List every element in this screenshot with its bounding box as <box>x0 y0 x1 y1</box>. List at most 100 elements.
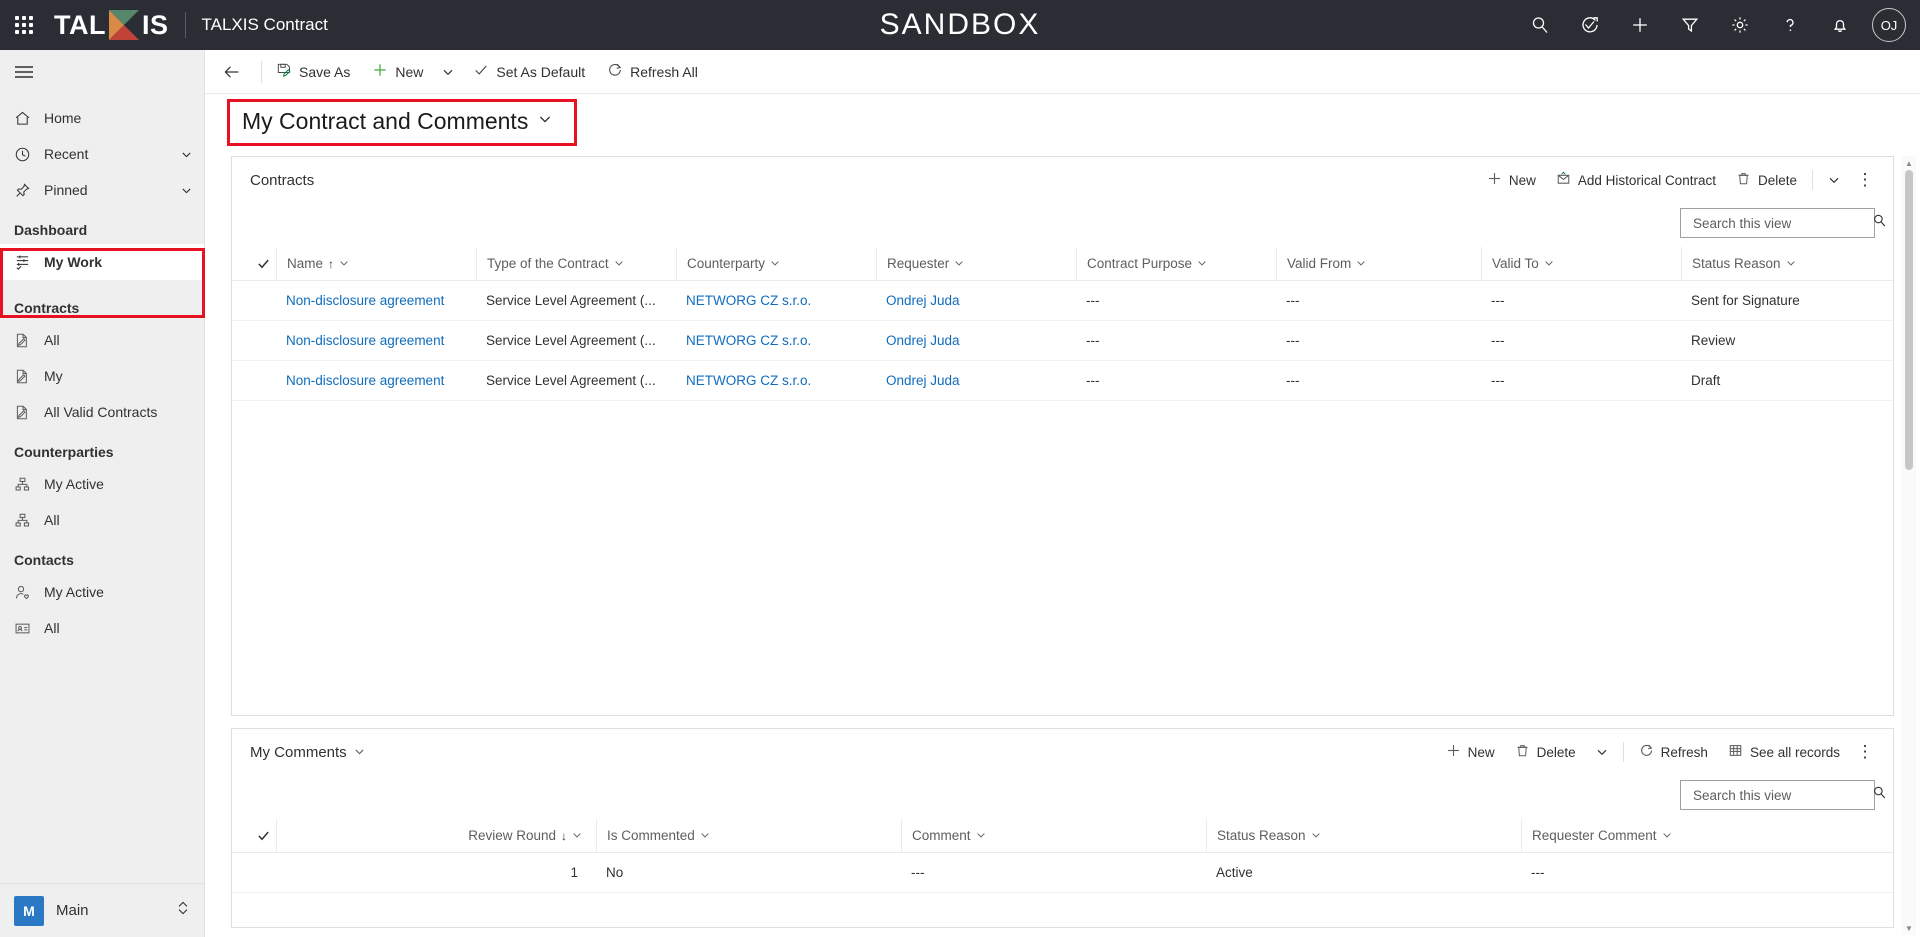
comments-delete-button[interactable]: Delete <box>1506 735 1585 769</box>
table-row[interactable]: Non-disclosure agreement Service Level A… <box>232 321 1893 361</box>
sidebar-item-contracts-all[interactable]: All <box>0 322 204 358</box>
chevron-down-icon[interactable] <box>572 828 582 843</box>
set-as-default-button[interactable]: Set As Default <box>463 53 595 91</box>
cell-counterparty[interactable]: NETWORG CZ s.r.o. <box>676 293 876 308</box>
column-header-contract-purpose[interactable]: Contract Purpose <box>1076 247 1276 281</box>
cell-counterparty[interactable]: NETWORG CZ s.r.o. <box>676 333 876 348</box>
column-header-valid-to[interactable]: Valid To <box>1481 247 1681 281</box>
filter-icon[interactable] <box>1666 0 1714 50</box>
comments-search-input[interactable] <box>1691 786 1872 804</box>
chevron-down-icon[interactable] <box>178 185 194 196</box>
cell-requester[interactable]: Ondrej Juda <box>876 373 1076 388</box>
contracts-search-box[interactable] <box>1680 208 1886 238</box>
chevron-down-icon[interactable] <box>1311 828 1321 843</box>
cell-name[interactable]: Non-disclosure agreement <box>276 293 476 308</box>
cell-requester[interactable]: Ondrej Juda <box>876 293 1076 308</box>
save-as-button[interactable]: Save As <box>266 53 360 91</box>
nav-toggle-button[interactable] <box>0 50 204 94</box>
column-header-requester-comment[interactable]: Requester Comment <box>1521 819 1831 853</box>
chevron-down-icon[interactable] <box>339 256 349 271</box>
comments-view-selector[interactable]: My Comments <box>250 744 365 761</box>
new-dropdown-chevron-down-icon[interactable] <box>435 53 461 91</box>
chevron-down-icon[interactable] <box>1356 256 1366 271</box>
back-button[interactable] <box>213 53 251 91</box>
refresh-all-button[interactable]: Refresh All <box>597 53 708 91</box>
cell-counterparty[interactable]: NETWORG CZ s.r.o. <box>676 373 876 388</box>
brand-logo[interactable]: TAL IS <box>54 10 169 41</box>
contracts-search-input[interactable] <box>1691 214 1872 232</box>
view-selector[interactable]: My Contract and Comments <box>227 98 578 146</box>
column-header-name[interactable]: Name ↑ <box>276 247 476 281</box>
sidebar-item-counterparties-all[interactable]: All <box>0 502 204 538</box>
sidebar-item-pinned[interactable]: Pinned <box>0 172 204 208</box>
settings-gear-icon[interactable] <box>1716 0 1764 50</box>
user-avatar[interactable]: OJ <box>1872 8 1906 42</box>
sidebar-item-contracts-my[interactable]: My <box>0 358 204 394</box>
cell-name[interactable]: Non-disclosure agreement <box>276 373 476 388</box>
application-root: TAL IS TALXIS Contract SANDBOX OJ Home R… <box>0 0 1920 937</box>
table-row[interactable]: Non-disclosure agreement Service Level A… <box>232 361 1893 401</box>
column-label: Name <box>287 256 324 271</box>
chevron-down-icon[interactable] <box>976 828 986 843</box>
chevron-down-icon[interactable] <box>1544 256 1554 271</box>
chevron-down-icon[interactable] <box>1197 256 1207 271</box>
sidebar-item-home[interactable]: Home <box>0 100 204 136</box>
table-row[interactable]: 1 No --- Active --- <box>232 853 1893 893</box>
new-button[interactable]: New <box>362 53 433 91</box>
chevron-down-icon[interactable] <box>614 256 624 271</box>
select-all-checkbox[interactable] <box>250 257 276 270</box>
area-switcher[interactable]: M Main <box>0 883 204 937</box>
cell-requester[interactable]: Ondrej Juda <box>876 333 1076 348</box>
comments-toolbar-chevron-down-icon[interactable] <box>1587 735 1617 769</box>
scroll-up-arrow-icon[interactable]: ▲ <box>1902 156 1916 170</box>
chevron-down-icon[interactable] <box>700 828 710 843</box>
column-header-type-of-the-contract[interactable]: Type of the Contract <box>476 247 676 281</box>
column-header-is-commented[interactable]: Is Commented <box>596 819 901 853</box>
column-header-counterparty[interactable]: Counterparty <box>676 247 876 281</box>
comments-search-box[interactable] <box>1680 780 1886 810</box>
chevron-down-icon[interactable] <box>178 149 194 160</box>
chevron-down-icon[interactable] <box>770 256 780 271</box>
sidebar-item-counterparties-my-active[interactable]: My Active <box>0 466 204 502</box>
scrollbar-thumb[interactable] <box>1905 170 1913 470</box>
contracts-overflow-icon[interactable]: ⋮ <box>1851 163 1879 197</box>
comments-new-button[interactable]: New <box>1437 735 1504 769</box>
select-all-checkbox[interactable] <box>250 829 276 842</box>
cell-name[interactable]: Non-disclosure agreement <box>276 333 476 348</box>
add-historical-contract-button[interactable]: Add Historical Contract <box>1547 163 1725 197</box>
column-header-requester[interactable]: Requester <box>876 247 1076 281</box>
chevron-down-icon[interactable] <box>354 744 365 761</box>
notifications-bell-icon[interactable] <box>1816 0 1864 50</box>
sidebar-item-my-work[interactable]: My Work <box>0 244 204 280</box>
search-icon[interactable] <box>1516 0 1564 50</box>
comments-refresh-button[interactable]: Refresh <box>1630 735 1717 769</box>
sidebar-item-recent[interactable]: Recent <box>0 136 204 172</box>
column-header-comment-status-reason[interactable]: Status Reason <box>1206 819 1521 853</box>
chevron-down-icon[interactable] <box>538 112 552 131</box>
diagnostics-icon[interactable] <box>1566 0 1614 50</box>
contracts-toolbar-chevron-down-icon[interactable] <box>1819 163 1849 197</box>
contracts-delete-button[interactable]: Delete <box>1727 163 1806 197</box>
column-header-valid-from[interactable]: Valid From <box>1276 247 1481 281</box>
sidebar-item-contacts-all[interactable]: All <box>0 610 204 646</box>
contracts-new-button[interactable]: New <box>1478 163 1545 197</box>
sidebar-item-contacts-my-active[interactable]: My Active <box>0 574 204 610</box>
table-row[interactable]: Non-disclosure agreement Service Level A… <box>232 281 1893 321</box>
quick-create-icon[interactable] <box>1616 0 1664 50</box>
content-vertical-scrollbar[interactable]: ▲ ▼ <box>1902 156 1916 935</box>
arrow-left-icon <box>224 65 239 78</box>
column-header-comment[interactable]: Comment <box>901 819 1206 853</box>
sidebar-item-all-valid-contracts[interactable]: All Valid Contracts <box>0 394 204 430</box>
comments-overflow-icon[interactable]: ⋮ <box>1851 735 1879 769</box>
help-icon[interactable] <box>1766 0 1814 50</box>
column-header-review-round[interactable]: Review Round ↓ <box>276 819 596 853</box>
search-icon[interactable] <box>1872 785 1887 805</box>
see-all-records-button[interactable]: See all records <box>1719 735 1849 769</box>
app-launcher-button[interactable] <box>0 0 48 50</box>
search-icon[interactable] <box>1872 213 1887 233</box>
column-header-status-reason[interactable]: Status Reason <box>1681 247 1881 281</box>
chevron-down-icon[interactable] <box>954 256 964 271</box>
chevron-down-icon[interactable] <box>1662 828 1672 843</box>
chevron-down-icon[interactable] <box>1786 256 1796 271</box>
scroll-down-arrow-icon[interactable]: ▼ <box>1902 921 1916 935</box>
